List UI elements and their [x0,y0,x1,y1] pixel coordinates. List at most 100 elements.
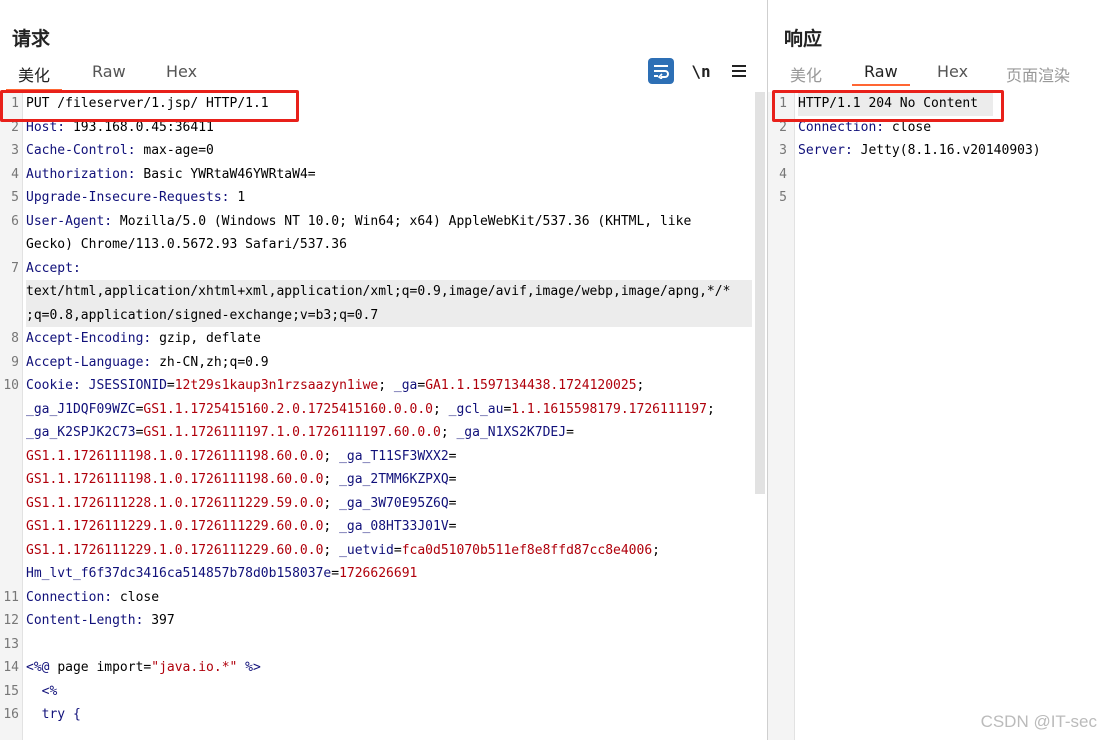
code-text: _ga_K2SPJK2C73 = GS1.1.1726111197.1.0.1726… [26,421,574,445]
code-token: _ga_N1XS2K7DEJ [456,425,567,440]
newline-toggle-button[interactable]: \n [688,58,714,84]
code-line: 8 Accept-Encoding: gzip, deflate [0,327,767,351]
code-text: <% [26,680,58,704]
tab-pretty[interactable]: 美化 [5,62,63,91]
code-token: Connection: [798,119,892,135]
code-line: 4 Authorization: Basic YWRtaW46YWRtaW4= [0,163,767,187]
code-line: Gecko) Chrome/113.0.5672.93 Safari/537.3… [0,233,767,257]
code-line: 3 Cache-Control: max-age=0 [0,139,767,163]
code-line: 1 PUT /fileserver/1.jsp/ HTTP/1.1 [0,92,767,116]
code-text: GS1.1.1726111229.1.0.1726111229.60.0.0; … [26,515,456,539]
code-token: Server: [798,143,861,158]
code-token: ; [636,378,645,393]
line-number: 6 [11,213,19,229]
code-token: Accept-Language: [26,354,160,370]
line-number: 1 [11,96,19,111]
request-panel: 请求 美化 Raw Hex \n 1 PUT /fileserver/1.jsp/… [0,0,767,740]
code-token: GS1.1.1726111229.1.0.1726111229.60.0.0 [26,542,324,558]
code-text: Cookie: JSESSIONID=12t29s1kaup3n1rzsaazy… [26,374,644,398]
code-token: Authorization: [26,166,144,182]
code-text: User-Agent: Mozilla/5.0 (Windows NT 10.0… [26,210,691,234]
code-token: <%@ [26,660,58,675]
code-text: Host: 193.168.0.45:36411 [26,116,214,140]
code-line: _ga_K2SPJK2C73 = GS1.1.1726111197.1.0.1726… [0,421,767,445]
code-token: = [448,495,457,511]
tab-hex[interactable]: Hex [937,62,968,81]
code-token: User-Agent: [26,213,120,229]
code-token: Accept: [26,260,81,276]
code-line: 2 Connection: close [768,116,1101,140]
code-text: GS1.1.1726111198.1.0.1726111198.60.0.0; … [26,445,456,469]
line-number: 2 [779,119,787,135]
request-editor[interactable]: 1 PUT /fileserver/1.jsp/ HTTP/1.1 2 Host: 1… [0,92,767,740]
code-line: text/html,application/xhtml+xml,applicat… [0,280,767,304]
code-text: Upgrade-Insecure-Requests: 1 [26,186,245,210]
code-token: try { [26,707,81,722]
line-number: 10 [3,378,19,393]
code-line: 4 [768,163,1101,187]
line-number: 15 [3,683,19,699]
code-token: Jetty(8.1.16.v20140903) [860,143,1041,158]
code-token: _ga_08HT33J01V [339,519,449,534]
line-number: 5 [779,190,787,205]
code-token: ; [323,495,340,511]
code-line: _ga_J1DQF09WZC=GS1.1.1725415160.2.0.1725… [0,398,767,422]
code-token: Connection: [26,589,120,605]
line-number: 5 [11,190,19,205]
code-text: try { [26,703,81,727]
code-token: JSESSIONID [88,378,167,393]
code-token: ;q=0.8,application/signed-exchange;v=b3;… [26,307,379,323]
menu-button[interactable] [726,58,752,84]
code-token: ; [323,542,340,558]
code-token: ; [440,425,457,440]
wrap-lines-button[interactable] [648,58,674,84]
tab-raw[interactable]: Raw [852,62,910,86]
code-token: text/html,application/xhtml+xml,applicat… [26,284,731,299]
code-token: 12t29s1kaup3n1rzsaazyn1iwe [174,378,379,393]
code-text: Gecko) Chrome/113.0.5672.93 Safari/537.3… [26,233,347,257]
code-line: 2 Host: 193.168.0.45:36411 [0,116,767,140]
code-text: Authorization: Basic YWRtaW46YWRtaW4= [26,163,316,187]
code-token: _uetvid [339,542,394,558]
code-token: Upgrade-Insecure-Requests: [26,190,238,205]
line-number: 8 [11,331,19,346]
tab-raw[interactable]: Raw [92,62,126,81]
code-token: HTTP/1.1 204 No Content [798,96,979,111]
tab-pretty[interactable]: 美化 [790,62,822,86]
vertical-scrollbar[interactable] [755,92,765,494]
code-token: ; [323,472,340,487]
code-token: _ga_J1DQF09WZC [26,401,136,417]
code-token: = [331,566,340,581]
code-text: text/html,application/xhtml+xml,applicat… [26,280,752,304]
line-number: 2 [11,119,19,135]
code-text: HTTP/1.1 204 No Content [798,92,993,116]
tab-render[interactable]: 页面渲染 [1006,62,1070,86]
code-text: _ga_J1DQF09WZC=GS1.1.1725415160.2.0.1725… [26,398,715,422]
code-text: Cache-Control: max-age=0 [26,139,214,163]
code-token: <% [26,683,58,699]
code-text: Server: Jetty(8.1.16.v20140903) [798,139,1041,163]
code-line: 16 try { [0,703,767,727]
response-editor[interactable]: 1 HTTP/1.1 204 No Content 2 Connection: clo… [768,92,1101,740]
code-token: Mozilla/5.0 (Windows NT 10.0; Win64; x64… [119,213,692,229]
line-number: 12 [3,613,19,628]
code-token: = [166,378,175,393]
code-token: GS1.1.1726111197.1.0.1726111197.60.0.0 [143,425,441,440]
line-number: 16 [3,707,19,722]
code-token: GS1.1.1726111198.1.0.1726111198.60.0.0 [26,448,324,464]
code-token: 1.1.1615598179.1726111197 [511,401,707,417]
line-number: 4 [779,166,787,182]
line-number: 13 [3,636,19,652]
code-token: = [393,542,402,558]
code-token: _ga_T11SF3WXX2 [339,448,449,464]
code-line: 12 Content-Length: 397 [0,609,767,633]
response-title: 响应 [784,28,823,50]
code-token: _gcl_au [448,401,504,417]
code-token: PUT /fileserver/1.jsp/ HTTP/1.1 [26,96,269,111]
response-tabs: 美化 Raw Hex 页面渲染 [768,62,1101,86]
watermark: CSDN @IT-sec [980,712,1097,731]
code-token: Gecko) Chrome/113.0.5672.93 Safari/537.3… [26,237,347,252]
tab-hex[interactable]: Hex [166,62,197,81]
code-token: GS1.1.1726111229.1.0.1726111229.60.0.0 [26,519,324,534]
code-text: Content-Length: 397 [26,609,175,633]
